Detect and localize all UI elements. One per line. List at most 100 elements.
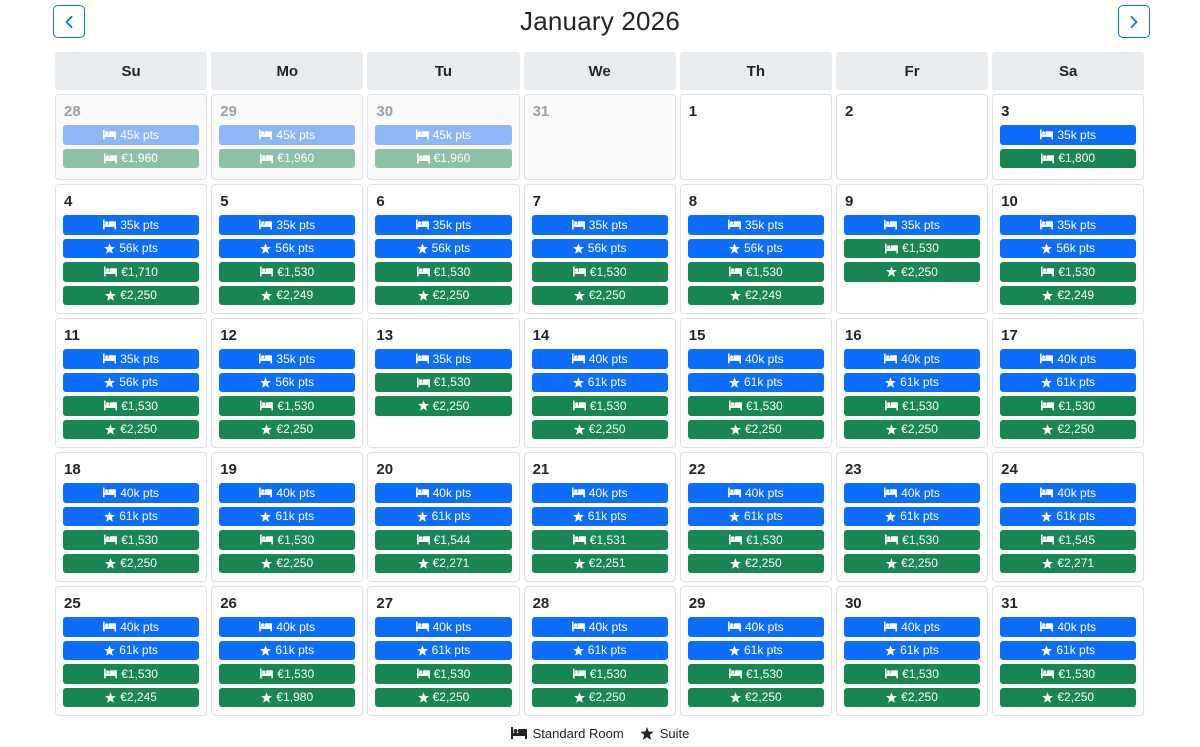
points-rate-badge[interactable]: 35k pts [843, 215, 981, 235]
points-rate-badge[interactable]: 56k pts [531, 238, 668, 258]
cash-rate-badge[interactable]: €1,530 [531, 396, 668, 416]
day-cell[interactable]: 10 35k pts 56k pts €1,530 €2,249 [992, 184, 1145, 314]
next-month-button[interactable] [1118, 5, 1150, 38]
day-cell[interactable]: 18 40k pts 61k pts €1,530 €2,250 [55, 452, 208, 582]
points-rate-badge[interactable]: 40k pts [687, 483, 824, 503]
day-cell[interactable]: 20 40k pts 61k pts €1,544 €2,271 [367, 452, 520, 582]
cash-rate-badge[interactable]: €1,530 [843, 530, 981, 550]
cash-rate-badge[interactable]: €1,530 [63, 396, 200, 416]
points-rate-badge[interactable]: 61k pts [219, 640, 356, 660]
cash-rate-badge[interactable]: €2,249 [687, 285, 824, 305]
day-cell[interactable]: 6 35k pts 56k pts €1,530 €2,250 [367, 184, 520, 314]
cash-rate-badge[interactable]: €1,530 [219, 664, 356, 684]
points-rate-badge[interactable]: 61k pts [375, 506, 512, 526]
cash-rate-badge[interactable]: €2,250 [63, 419, 200, 439]
cash-rate-badge[interactable]: €2,250 [375, 396, 512, 416]
day-cell[interactable]: 31 [523, 94, 676, 180]
day-cell[interactable]: 29 40k pts 61k pts €1,530 €2,250 [679, 586, 832, 716]
day-cell[interactable]: 25 40k pts 61k pts €1,530 €2,245 [55, 586, 208, 716]
points-rate-badge[interactable]: 40k pts [1000, 483, 1137, 503]
points-rate-badge[interactable]: 35k pts [375, 215, 512, 235]
points-rate-badge[interactable]: 40k pts [1000, 349, 1137, 369]
cash-rate-badge[interactable]: €1,530 [687, 664, 824, 684]
day-cell[interactable]: 21 40k pts 61k pts €1,531 €2,251 [523, 452, 676, 582]
day-cell[interactable]: 31 40k pts 61k pts €1,530 €2,250 [992, 586, 1145, 716]
points-rate-badge[interactable]: 61k pts [531, 372, 668, 392]
points-rate-badge[interactable]: 56k pts [219, 238, 356, 258]
cash-rate-badge[interactable]: €2,250 [687, 419, 824, 439]
day-cell[interactable]: 19 40k pts 61k pts €1,530 €2,250 [211, 452, 364, 582]
day-cell[interactable]: 3 35k pts €1,800 [992, 94, 1145, 180]
day-cell[interactable]: 17 40k pts 61k pts €1,530 €2,250 [992, 318, 1145, 448]
points-rate-badge[interactable]: 40k pts [219, 483, 356, 503]
cash-rate-badge[interactable]: €2,250 [219, 419, 356, 439]
points-rate-badge[interactable]: 40k pts [843, 349, 981, 369]
day-cell[interactable]: 11 35k pts 56k pts €1,530 €2,250 [55, 318, 208, 448]
day-cell[interactable]: 16 40k pts 61k pts €1,530 €2,250 [835, 318, 989, 448]
points-rate-badge[interactable]: 40k pts [63, 483, 200, 503]
cash-rate-badge[interactable]: €2,250 [531, 285, 668, 305]
points-rate-badge[interactable]: 61k pts [843, 640, 981, 660]
day-cell[interactable]: 30 40k pts 61k pts €1,530 €2,250 [835, 586, 989, 716]
points-rate-badge[interactable]: 35k pts [63, 215, 200, 235]
points-rate-badge[interactable]: 35k pts [219, 215, 356, 235]
day-cell[interactable]: 8 35k pts 56k pts €1,530 €2,249 [679, 184, 832, 314]
points-rate-badge[interactable]: 40k pts [63, 617, 200, 637]
day-cell[interactable]: 22 40k pts 61k pts €1,530 €2,250 [679, 452, 832, 582]
cash-rate-badge[interactable]: €1,530 [843, 238, 981, 258]
cash-rate-badge[interactable]: €1,530 [843, 664, 981, 684]
cash-rate-badge[interactable]: €2,245 [63, 687, 200, 707]
points-rate-badge[interactable]: 56k pts [219, 372, 356, 392]
cash-rate-badge[interactable]: €1,530 [1000, 262, 1137, 282]
points-rate-badge[interactable]: 40k pts [531, 483, 668, 503]
cash-rate-badge[interactable]: €1,800 [1000, 148, 1137, 168]
cash-rate-badge[interactable]: €1,980 [219, 687, 356, 707]
points-rate-badge[interactable]: 35k pts [1000, 215, 1137, 235]
day-cell[interactable]: 4 35k pts 56k pts €1,710 €2,250 [55, 184, 208, 314]
points-rate-badge[interactable]: 35k pts [1000, 125, 1137, 145]
cash-rate-badge[interactable]: €1,960 [63, 148, 200, 168]
cash-rate-badge[interactable]: €1,530 [63, 664, 200, 684]
cash-rate-badge[interactable]: €1,530 [531, 664, 668, 684]
points-rate-badge[interactable]: 40k pts [531, 349, 668, 369]
cash-rate-badge[interactable]: €2,271 [375, 553, 512, 573]
points-rate-badge[interactable]: 61k pts [843, 506, 981, 526]
cash-rate-badge[interactable]: €1,530 [531, 262, 668, 282]
points-rate-badge[interactable]: 40k pts [687, 617, 824, 637]
points-rate-badge[interactable]: 40k pts [375, 483, 512, 503]
points-rate-badge[interactable]: 40k pts [375, 617, 512, 637]
cash-rate-badge[interactable]: €1,960 [219, 148, 356, 168]
day-cell[interactable]: 30 45k pts €1,960 [367, 94, 520, 180]
cash-rate-badge[interactable]: €1,530 [219, 530, 356, 550]
day-cell[interactable]: 13 35k pts €1,530 €2,250 [367, 318, 520, 448]
cash-rate-badge[interactable]: €1,530 [219, 396, 356, 416]
cash-rate-badge[interactable]: €1,530 [375, 664, 512, 684]
points-rate-badge[interactable]: 56k pts [1000, 238, 1137, 258]
points-rate-badge[interactable]: 61k pts [687, 640, 824, 660]
cash-rate-badge[interactable]: €2,250 [843, 419, 981, 439]
cash-rate-badge[interactable]: €2,250 [843, 262, 981, 282]
day-cell[interactable]: 7 35k pts 56k pts €1,530 €2,250 [523, 184, 676, 314]
day-cell[interactable]: 27 40k pts 61k pts €1,530 €2,250 [367, 586, 520, 716]
cash-rate-badge[interactable]: €1,545 [1000, 530, 1137, 550]
points-rate-badge[interactable]: 45k pts [375, 125, 512, 145]
cash-rate-badge[interactable]: €2,250 [63, 285, 200, 305]
cash-rate-badge[interactable]: €1,530 [687, 530, 824, 550]
cash-rate-badge[interactable]: €1,530 [375, 262, 512, 282]
day-cell[interactable]: 26 40k pts 61k pts €1,530 €1,980 [211, 586, 364, 716]
cash-rate-badge[interactable]: €2,250 [843, 553, 981, 573]
points-rate-badge[interactable]: 61k pts [219, 506, 356, 526]
points-rate-badge[interactable]: 35k pts [687, 215, 824, 235]
day-cell[interactable]: 5 35k pts 56k pts €1,530 €2,249 [211, 184, 364, 314]
cash-rate-badge[interactable]: €2,250 [375, 285, 512, 305]
cash-rate-badge[interactable]: €2,250 [1000, 419, 1137, 439]
points-rate-badge[interactable]: 61k pts [1000, 640, 1137, 660]
cash-rate-badge[interactable]: €2,249 [1000, 285, 1137, 305]
points-rate-badge[interactable]: 35k pts [375, 349, 512, 369]
cash-rate-badge[interactable]: €1,710 [63, 262, 200, 282]
cash-rate-badge[interactable]: €1,530 [1000, 664, 1137, 684]
day-cell[interactable]: 23 40k pts 61k pts €1,530 €2,250 [835, 452, 989, 582]
points-rate-badge[interactable]: 35k pts [531, 215, 668, 235]
points-rate-badge[interactable]: 56k pts [63, 372, 200, 392]
cash-rate-badge[interactable]: €2,250 [375, 687, 512, 707]
